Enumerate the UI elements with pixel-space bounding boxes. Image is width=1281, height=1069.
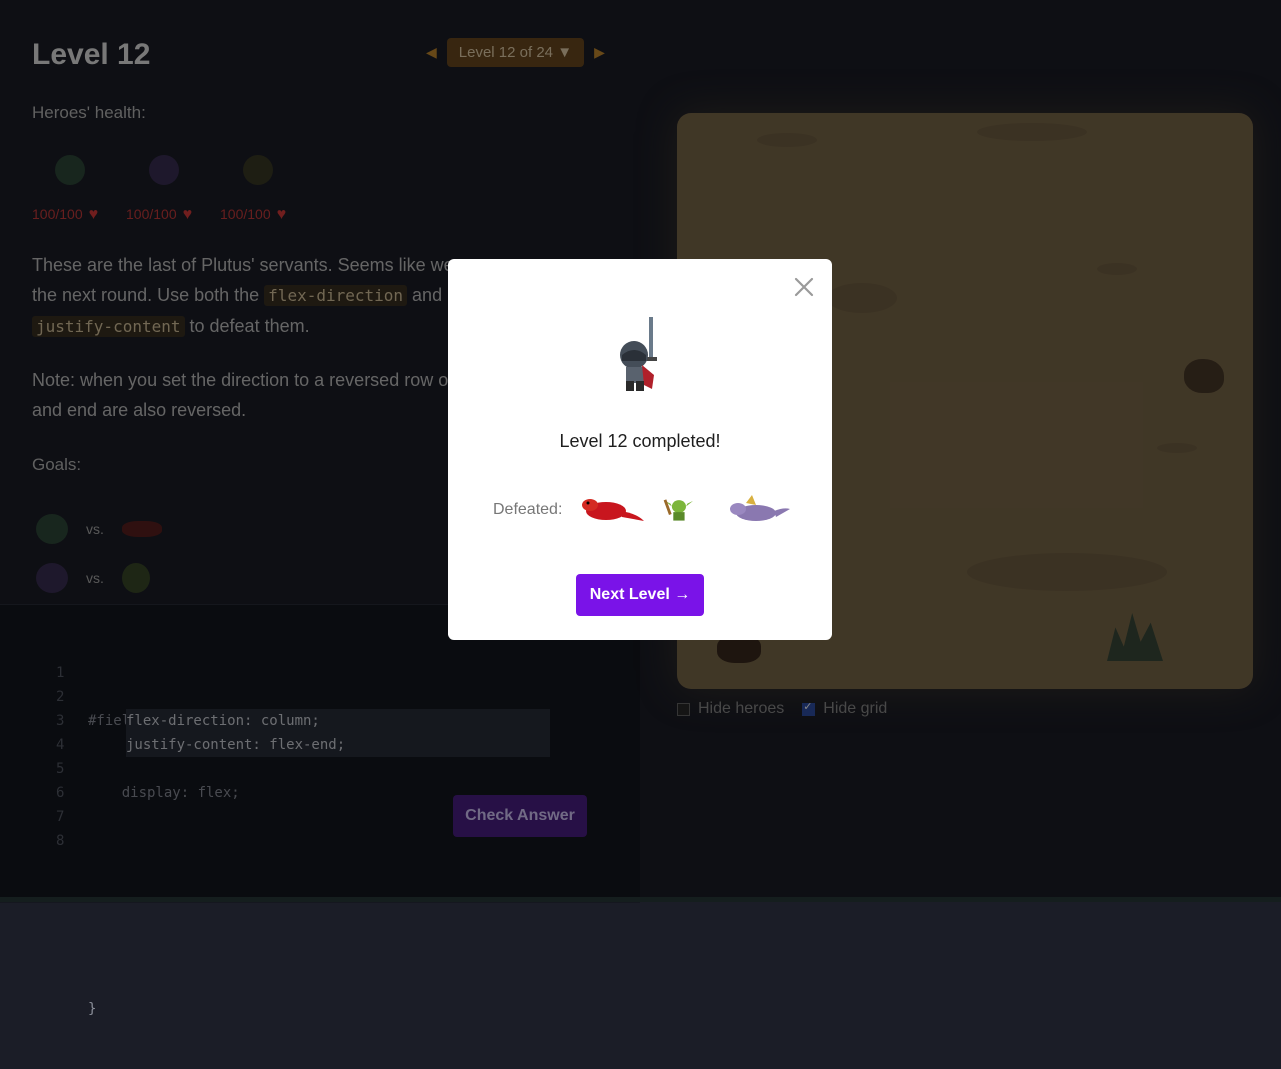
completion-message: Level 12 completed! (559, 431, 721, 451)
level-complete-dialog: Level 12 completed! Defeated: Next Level… (448, 259, 832, 640)
close-icon[interactable] (792, 275, 816, 299)
next-level-button[interactable]: Next Level → (576, 574, 704, 616)
defeated-row: Defeated: (493, 491, 792, 529)
goblin-icon (664, 499, 694, 521)
red-lizard-icon (582, 499, 645, 521)
purple-dragon-icon (730, 495, 791, 521)
code-line: } (88, 1001, 97, 1017)
defeated-label: Defeated: (493, 501, 563, 518)
knight-icon (620, 317, 657, 391)
